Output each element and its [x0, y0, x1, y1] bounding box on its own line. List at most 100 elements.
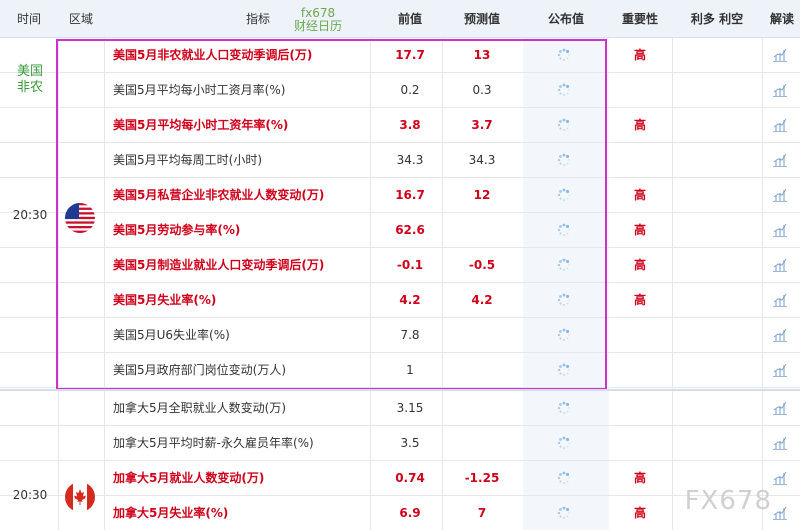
chart-icon[interactable]	[772, 435, 788, 451]
previous-value: 4.2	[399, 293, 421, 307]
importance-badge: 高	[633, 258, 646, 272]
table-row[interactable]: 美国5月平均每周工时(小时) 34.3 34.3	[0, 143, 800, 178]
forecast-value	[442, 426, 522, 460]
forecast-value: 7	[477, 506, 487, 520]
table-row[interactable]: 加拿大5月失业率(%) 6.9 7 高	[0, 496, 800, 530]
indicator-name: 美国5月平均每小时工资月率(%)	[113, 83, 286, 97]
chart-icon[interactable]	[772, 117, 788, 133]
chart-icon[interactable]	[772, 470, 788, 486]
chart-icon[interactable]	[772, 327, 788, 343]
table-row[interactable]: 加拿大5月平均时薪-永久雇员年率(%) 3.5	[0, 426, 800, 461]
previous-value: 34.3	[396, 153, 424, 167]
header-interpret: 解读	[769, 12, 794, 26]
forecast-value	[442, 391, 522, 425]
canada-flag-icon	[65, 482, 95, 512]
previous-value: 7.8	[400, 328, 420, 342]
table-row[interactable]: 美国5月失业率(%) 4.2 4.2 高	[0, 283, 800, 318]
previous-value: 3.8	[399, 118, 421, 132]
importance-badge	[608, 391, 672, 425]
loading-spinner-icon	[557, 328, 570, 341]
previous-value: 3.5	[400, 436, 420, 450]
forecast-value	[442, 213, 522, 247]
forecast-value: 34.3	[468, 153, 496, 167]
importance-badge: 高	[633, 48, 646, 62]
chart-icon[interactable]	[772, 505, 788, 521]
importance-badge	[608, 353, 672, 387]
chart-icon[interactable]	[772, 152, 788, 168]
table-row[interactable]: 美国5月U6失业率(%) 7.8	[0, 318, 800, 353]
chart-icon[interactable]	[772, 257, 788, 273]
header-previous: 前值	[397, 12, 422, 26]
forecast-value: 4.2	[471, 293, 493, 307]
importance-badge	[608, 73, 672, 107]
nfp-label-line1: 美国	[16, 64, 43, 79]
importance-badge	[608, 318, 672, 352]
table-row[interactable]: 加拿大5月全职就业人数变动(万) 3.15	[0, 391, 800, 426]
nfp-group-label: 美国 非农	[10, 64, 50, 96]
chart-icon[interactable]	[772, 292, 788, 308]
importance-badge: 高	[633, 293, 646, 307]
table-row[interactable]: 美国5月平均每小时工资月率(%) 0.2 0.3	[0, 73, 800, 108]
indicator-name: 美国5月劳动参与率(%)	[113, 223, 241, 237]
importance-badge	[608, 143, 672, 177]
loading-spinner-icon	[557, 118, 570, 131]
table-row[interactable]: 美国5月政府部门岗位变动(万人) 1	[0, 353, 800, 388]
forecast-value: -0.5	[468, 258, 496, 272]
indicator-name: 美国5月私营企业非农就业人数变动(万)	[113, 188, 325, 202]
header-published: 公布值	[547, 12, 584, 26]
loading-spinner-icon	[557, 223, 570, 236]
loading-spinner-icon	[557, 436, 570, 449]
table-row[interactable]: 美国5月非农就业人口变动季调后(万) 17.7 13 高	[0, 38, 800, 73]
importance-badge: 高	[633, 506, 646, 520]
chart-icon[interactable]	[772, 362, 788, 378]
chart-icon[interactable]	[772, 400, 788, 416]
chart-icon[interactable]	[772, 187, 788, 203]
forecast-value: 0.3	[472, 83, 492, 97]
table-row[interactable]: 美国5月平均每小时工资年率(%) 3.8 3.7 高	[0, 108, 800, 143]
table-row[interactable]: 美国5月制造业就业人口变动季调后(万) -0.1 -0.5 高	[0, 248, 800, 283]
previous-value: 17.7	[395, 48, 425, 62]
loading-spinner-icon	[557, 188, 570, 201]
loading-spinner-icon	[557, 471, 570, 484]
us-flag-icon	[65, 203, 95, 233]
indicator-name: 美国5月U6失业率(%)	[113, 328, 230, 342]
previous-value: 62.6	[395, 223, 425, 237]
previous-value: 3.15	[396, 401, 424, 415]
loading-spinner-icon	[557, 363, 570, 376]
chart-icon[interactable]	[772, 47, 788, 63]
loading-spinner-icon	[557, 48, 570, 61]
header-region: 区域	[68, 12, 93, 26]
brand-logo: fx678 财经日历	[280, 7, 356, 33]
previous-value: 6.9	[399, 506, 421, 520]
loading-spinner-icon	[557, 258, 570, 271]
table-row[interactable]: 美国5月劳动参与率(%) 62.6 高	[0, 213, 800, 248]
loading-spinner-icon	[557, 153, 570, 166]
indicator-name: 美国5月政府部门岗位变动(万人)	[113, 363, 286, 377]
indicator-name: 加拿大5月平均时薪-永久雇员年率(%)	[113, 436, 314, 450]
loading-spinner-icon	[557, 401, 570, 414]
loading-spinner-icon	[557, 506, 570, 519]
nfp-label-line2: 非农	[16, 80, 43, 95]
watermark: FX678	[684, 486, 772, 516]
loading-spinner-icon	[557, 293, 570, 306]
table-row[interactable]: 加拿大5月就业人数变动(万) 0.74 -1.25 高	[0, 461, 800, 496]
loading-spinner-icon	[557, 83, 570, 96]
importance-badge	[608, 426, 672, 460]
previous-value: 0.2	[400, 83, 420, 97]
importance-badge: 高	[633, 188, 646, 202]
indicator-name: 加拿大5月全职就业人数变动(万)	[113, 401, 286, 415]
table-row[interactable]: 美国5月私营企业非农就业人数变动(万) 16.7 12 高	[0, 178, 800, 213]
indicator-name: 美国5月非农就业人口变动季调后(万)	[113, 48, 313, 62]
header-indicator: 指标	[245, 12, 270, 26]
brand-line2: 财经日历	[293, 19, 342, 33]
forecast-value: -1.25	[464, 471, 500, 485]
previous-value: 1	[406, 363, 414, 377]
group-separator	[0, 389, 800, 391]
header-time: 时间	[16, 12, 41, 26]
chart-icon[interactable]	[772, 222, 788, 238]
event-time: 20:30	[12, 208, 48, 222]
chart-icon[interactable]	[772, 82, 788, 98]
forecast-value: 12	[473, 188, 491, 202]
event-time-canada: 20:30	[12, 488, 48, 502]
header-importance: 重要性	[621, 12, 658, 26]
